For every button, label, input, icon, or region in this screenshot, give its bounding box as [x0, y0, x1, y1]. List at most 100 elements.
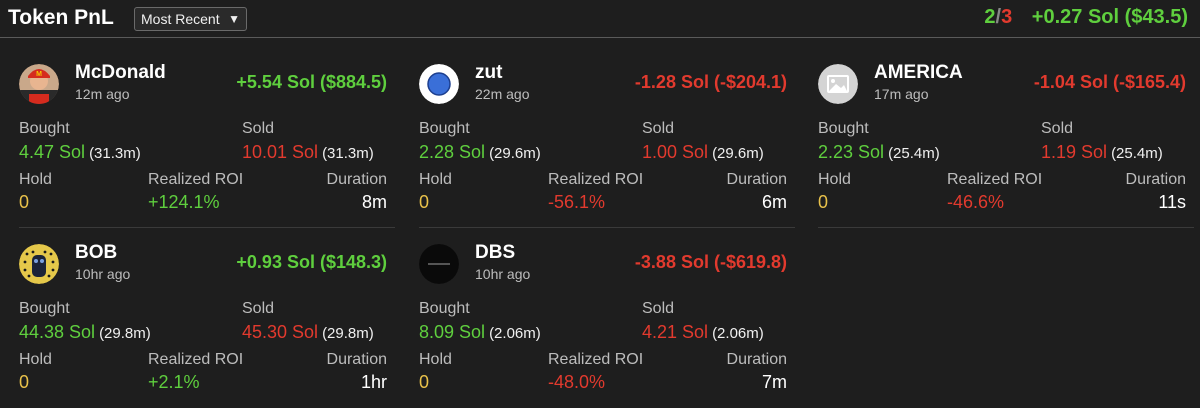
sold-label: Sold [642, 120, 675, 137]
bought-value: 44.38 Sol (29.8m) [19, 322, 151, 343]
roi-value: +2.1% [148, 372, 200, 392]
token-name[interactable]: McDonald [75, 62, 166, 84]
token-card[interactable]: AMERICA 17m ago -1.04 Sol (-$165.4) Boug… [818, 62, 1198, 228]
roi-label: Realized ROI [947, 171, 1043, 188]
image-placeholder-icon [818, 64, 858, 104]
bought-mcap: (25.4m) [888, 145, 940, 162]
sold-value: 1.00 Sol (29.6m) [642, 142, 764, 163]
token-time-ago: 10hr ago [75, 266, 131, 282]
wins-count: 2 [984, 6, 996, 28]
token-time-ago: 10hr ago [475, 266, 531, 282]
roi-label: Realized ROI [148, 171, 244, 188]
token-card[interactable]: DBS 10hr ago -3.88 Sol (-$619.8) Bought … [419, 242, 799, 408]
sort-dropdown[interactable]: Most Recent ▼ [134, 7, 247, 31]
sold-label: Sold [1041, 120, 1074, 137]
duration-value: 11s [1158, 192, 1186, 212]
token-pnl: -1.28 Sol (-$204.1) [634, 72, 787, 92]
total-count: 3 [1001, 6, 1013, 28]
duration-label: Duration [726, 351, 787, 368]
sold-mcap: (29.8m) [322, 325, 374, 342]
token-pnl: +0.93 Sol ($148.3) [236, 252, 387, 272]
sold-amount: 1.19 Sol [1041, 142, 1108, 162]
bought-amount: 8.09 Sol [419, 322, 486, 342]
token-card[interactable]: M McDonald 12m ago +5.54 Sol ($884.5) Bo… [19, 62, 399, 228]
blue-circle-avatar-icon [419, 64, 459, 104]
chevron-down-icon: ▼ [228, 12, 240, 26]
hold-value: 0 [19, 192, 30, 212]
roi-label: Realized ROI [148, 351, 244, 368]
duration-label: Duration [1125, 171, 1186, 188]
hold-value: 0 [419, 372, 430, 392]
token-name[interactable]: BOB [75, 242, 117, 264]
sold-value: 45.30 Sol (29.8m) [242, 322, 374, 343]
hold-label: Hold [419, 171, 452, 188]
bought-value: 2.23 Sol (25.4m) [818, 142, 940, 163]
bought-value: 4.47 Sol (31.3m) [19, 142, 141, 163]
summary: 2/3 +0.27 Sol ($43.5) [984, 6, 1188, 29]
page-title: Token PnL [8, 6, 114, 29]
bought-label: Bought [19, 120, 70, 137]
duration-value: 1hr [360, 372, 387, 392]
sort-selected-label: Most Recent [141, 11, 220, 27]
sold-value: 1.19 Sol (25.4m) [1041, 142, 1163, 163]
total-pnl: +0.27 Sol ($43.5) [1031, 6, 1188, 28]
svg-text:M: M [36, 71, 42, 78]
token-name[interactable]: zut [475, 62, 502, 84]
token-name[interactable]: AMERICA [874, 62, 963, 84]
bought-amount: 2.28 Sol [419, 142, 486, 162]
bob-avatar-icon [19, 244, 59, 284]
duration-value: 7m [761, 372, 787, 392]
token-name[interactable]: DBS [475, 242, 515, 264]
roi-value: +124.1% [148, 192, 220, 212]
bought-value: 2.28 Sol (29.6m) [419, 142, 541, 163]
hold-label: Hold [19, 171, 52, 188]
sold-amount: 10.01 Sol [242, 142, 319, 162]
roi-label: Realized ROI [548, 351, 644, 368]
roi-label: Realized ROI [548, 171, 644, 188]
bought-label: Bought [19, 300, 70, 317]
hold-label: Hold [419, 351, 452, 368]
dark-logo-avatar-icon [419, 244, 459, 284]
mcdonald-avatar-icon: M [19, 64, 59, 104]
sold-mcap: (31.3m) [322, 145, 374, 162]
sold-mcap: (29.6m) [712, 145, 764, 162]
sold-value: 4.21 Sol (2.06m) [642, 322, 764, 343]
token-pnl: -3.88 Sol (-$619.8) [634, 252, 787, 272]
hold-value: 0 [419, 192, 430, 212]
roi-value: -56.1% [548, 192, 606, 212]
bought-label: Bought [419, 300, 470, 317]
token-pnl: +5.54 Sol ($884.5) [236, 72, 387, 92]
duration-label: Duration [326, 171, 387, 188]
hold-label: Hold [818, 171, 851, 188]
sold-label: Sold [642, 300, 675, 317]
token-pnl: -1.04 Sol (-$165.4) [1033, 72, 1186, 92]
bought-amount: 4.47 Sol [19, 142, 86, 162]
duration-value: 6m [761, 192, 787, 212]
sold-label: Sold [242, 120, 275, 137]
bought-label: Bought [818, 120, 869, 137]
duration-label: Duration [726, 171, 787, 188]
hold-value: 0 [19, 372, 30, 392]
bought-value: 8.09 Sol (2.06m) [419, 322, 541, 343]
bought-amount: 44.38 Sol [19, 322, 96, 342]
token-time-ago: 22m ago [475, 86, 530, 102]
bought-mcap: (29.8m) [99, 325, 151, 342]
duration-value: 8m [361, 192, 387, 212]
bought-mcap: (2.06m) [489, 325, 541, 342]
sold-amount: 1.00 Sol [642, 142, 709, 162]
sold-label: Sold [242, 300, 275, 317]
token-card[interactable]: BOB 10hr ago +0.93 Sol ($148.3) Bought 4… [19, 242, 399, 408]
bought-mcap: (31.3m) [89, 145, 141, 162]
token-time-ago: 12m ago [75, 86, 130, 102]
hold-label: Hold [19, 351, 52, 368]
header: Token PnL Most Recent ▼ 2/3 +0.27 Sol ($… [0, 0, 1200, 38]
bought-label: Bought [419, 120, 470, 137]
sold-mcap: (2.06m) [712, 325, 764, 342]
token-card[interactable]: zut 22m ago -1.28 Sol (-$204.1) Bought 2… [419, 62, 799, 228]
bought-amount: 2.23 Sol [818, 142, 885, 162]
hold-value: 0 [818, 192, 829, 212]
bought-mcap: (29.6m) [489, 145, 541, 162]
sold-value: 10.01 Sol (31.3m) [242, 142, 374, 163]
token-time-ago: 17m ago [874, 86, 929, 102]
sold-amount: 45.30 Sol [242, 322, 319, 342]
